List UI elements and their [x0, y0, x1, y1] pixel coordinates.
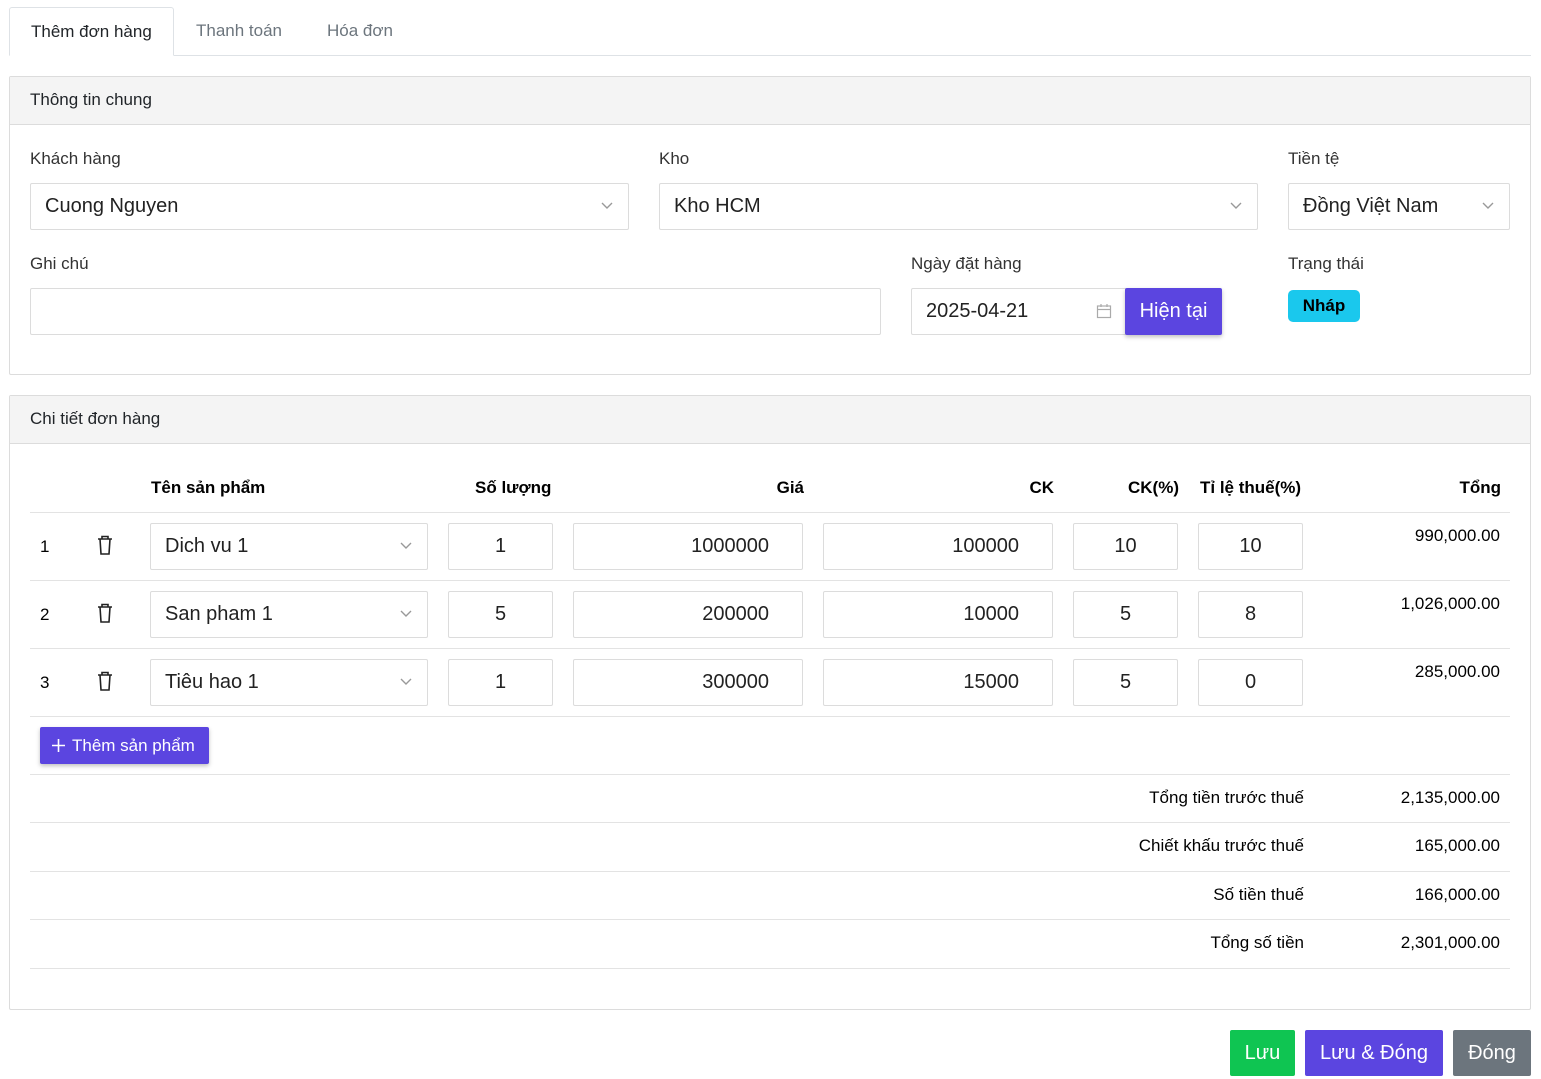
now-button[interactable]: Hiện tại — [1125, 288, 1222, 335]
summary-value-discount: 165,000.00 — [1414, 836, 1500, 855]
col-product: Tên sản phẩm — [151, 478, 266, 497]
order-details-card: Chi tiết đơn hàng Tên sản phẩm Số lượng … — [9, 395, 1531, 1010]
row-divider — [30, 648, 1510, 649]
customer-select[interactable]: Cuong Nguyen — [30, 183, 629, 230]
col-total: Tổng — [1459, 478, 1501, 497]
chevron-down-icon — [601, 202, 613, 209]
quantity-input[interactable]: 1 — [448, 523, 553, 570]
col-quantity: Số lượng — [475, 478, 552, 497]
customer-value: Cuong Nguyen — [45, 195, 179, 217]
tab-invoice[interactable]: Hóa đơn — [306, 7, 414, 56]
trash-icon[interactable] — [95, 534, 115, 556]
warehouse-value: Kho HCM — [674, 195, 761, 217]
chevron-down-icon — [400, 542, 412, 549]
product-value: San pham 1 — [165, 603, 273, 625]
status-label: Trạng thái — [1288, 254, 1364, 273]
note-input[interactable] — [30, 288, 881, 335]
discount-pct-input[interactable]: 5 — [1073, 591, 1178, 638]
price-input[interactable]: 1000000 — [573, 523, 803, 570]
price-input[interactable]: 200000 — [573, 591, 803, 638]
tax-rate-input[interactable]: 0 — [1198, 659, 1303, 706]
summary-divider — [30, 968, 1510, 969]
calendar-icon[interactable] — [1096, 303, 1112, 319]
product-value: Dich vu 1 — [165, 535, 249, 557]
product-select[interactable]: San pham 1 — [150, 591, 428, 638]
trash-icon[interactable] — [95, 602, 115, 624]
summary-label-discount: Chiết khấu trước thuế — [1138, 836, 1304, 855]
row-total: 285,000.00 — [1414, 662, 1500, 681]
tab-payment[interactable]: Thanh toán — [175, 7, 303, 56]
tax-rate-input[interactable]: 10 — [1198, 523, 1303, 570]
summary-label-grand-total: Tổng số tiền — [1210, 933, 1304, 952]
row-index: 2 — [40, 605, 50, 624]
save-close-button[interactable]: Lưu & Đóng — [1305, 1030, 1443, 1076]
summary-label-tax: Số tiền thuế — [1213, 885, 1304, 904]
row-index: 3 — [40, 673, 50, 692]
summary-label-subtotal: Tổng tiền trước thuế — [1149, 788, 1304, 807]
warehouse-label: Kho — [659, 149, 690, 168]
discount-pct-input[interactable]: 5 — [1073, 659, 1178, 706]
currency-value: Đồng Việt Nam — [1303, 195, 1439, 217]
row-divider — [30, 580, 1510, 581]
summary-divider — [30, 871, 1510, 872]
save-button[interactable]: Lưu — [1230, 1030, 1295, 1076]
summary-value-grand-total: 2,301,000.00 — [1400, 933, 1500, 952]
price-input[interactable]: 300000 — [573, 659, 803, 706]
row-divider — [30, 716, 1510, 717]
chevron-down-icon — [1230, 202, 1242, 209]
tax-rate-input[interactable]: 8 — [1198, 591, 1303, 638]
general-info-card: Thông tin chung Khách hàng Cuong Nguyen … — [9, 76, 1531, 375]
discount-input[interactable]: 100000 — [823, 523, 1053, 570]
close-button[interactable]: Đóng — [1453, 1030, 1531, 1076]
product-value: Tiêu hao 1 — [165, 671, 259, 693]
header-divider — [30, 512, 1510, 513]
note-label: Ghi chú — [30, 254, 89, 273]
warehouse-select[interactable]: Kho HCM — [659, 183, 1258, 230]
plus-icon — [52, 739, 65, 752]
col-tax-rate: Tỉ lệ thuế(%) — [1200, 478, 1302, 497]
add-product-label: Thêm sản phẩm — [72, 736, 195, 755]
summary-divider — [30, 822, 1510, 823]
general-info-title: Thông tin chung — [10, 77, 1530, 125]
row-total: 1,026,000.00 — [1400, 594, 1500, 613]
currency-label: Tiền tệ — [1288, 149, 1340, 168]
tab-bar: Thêm đơn hàng Thanh toán Hóa đơn — [9, 7, 1531, 56]
order-date-value: 2025-04-21 — [926, 300, 1029, 322]
chevron-down-icon — [400, 610, 412, 617]
trash-icon[interactable] — [95, 670, 115, 692]
order-date-label: Ngày đặt hàng — [911, 254, 1022, 273]
tab-add-order[interactable]: Thêm đơn hàng — [9, 7, 174, 56]
col-discount-pct: CK(%) — [1128, 478, 1179, 497]
row-total: 990,000.00 — [1414, 526, 1500, 545]
summary-value-tax: 166,000.00 — [1414, 885, 1500, 904]
product-select[interactable]: Tiêu hao 1 — [150, 659, 428, 706]
discount-input[interactable]: 10000 — [823, 591, 1053, 638]
summary-divider — [30, 919, 1510, 920]
order-details-title: Chi tiết đơn hàng — [10, 396, 1530, 444]
quantity-input[interactable]: 5 — [448, 591, 553, 638]
add-product-button[interactable]: Thêm sản phẩm — [40, 727, 209, 764]
summary-value-subtotal: 2,135,000.00 — [1400, 788, 1500, 807]
customer-label: Khách hàng — [30, 149, 121, 168]
status-badge: Nháp — [1288, 290, 1360, 322]
discount-pct-input[interactable]: 10 — [1073, 523, 1178, 570]
summary-divider — [30, 774, 1510, 775]
col-price: Giá — [776, 478, 804, 497]
chevron-down-icon — [400, 678, 412, 685]
currency-select[interactable]: Đồng Việt Nam — [1288, 183, 1510, 230]
product-select[interactable]: Dich vu 1 — [150, 523, 428, 570]
discount-input[interactable]: 15000 — [823, 659, 1053, 706]
row-index: 1 — [40, 537, 50, 556]
order-date-input[interactable]: 2025-04-21 — [911, 288, 1127, 335]
chevron-down-icon — [1482, 202, 1494, 209]
col-discount: CK — [1029, 478, 1054, 497]
quantity-input[interactable]: 1 — [448, 659, 553, 706]
